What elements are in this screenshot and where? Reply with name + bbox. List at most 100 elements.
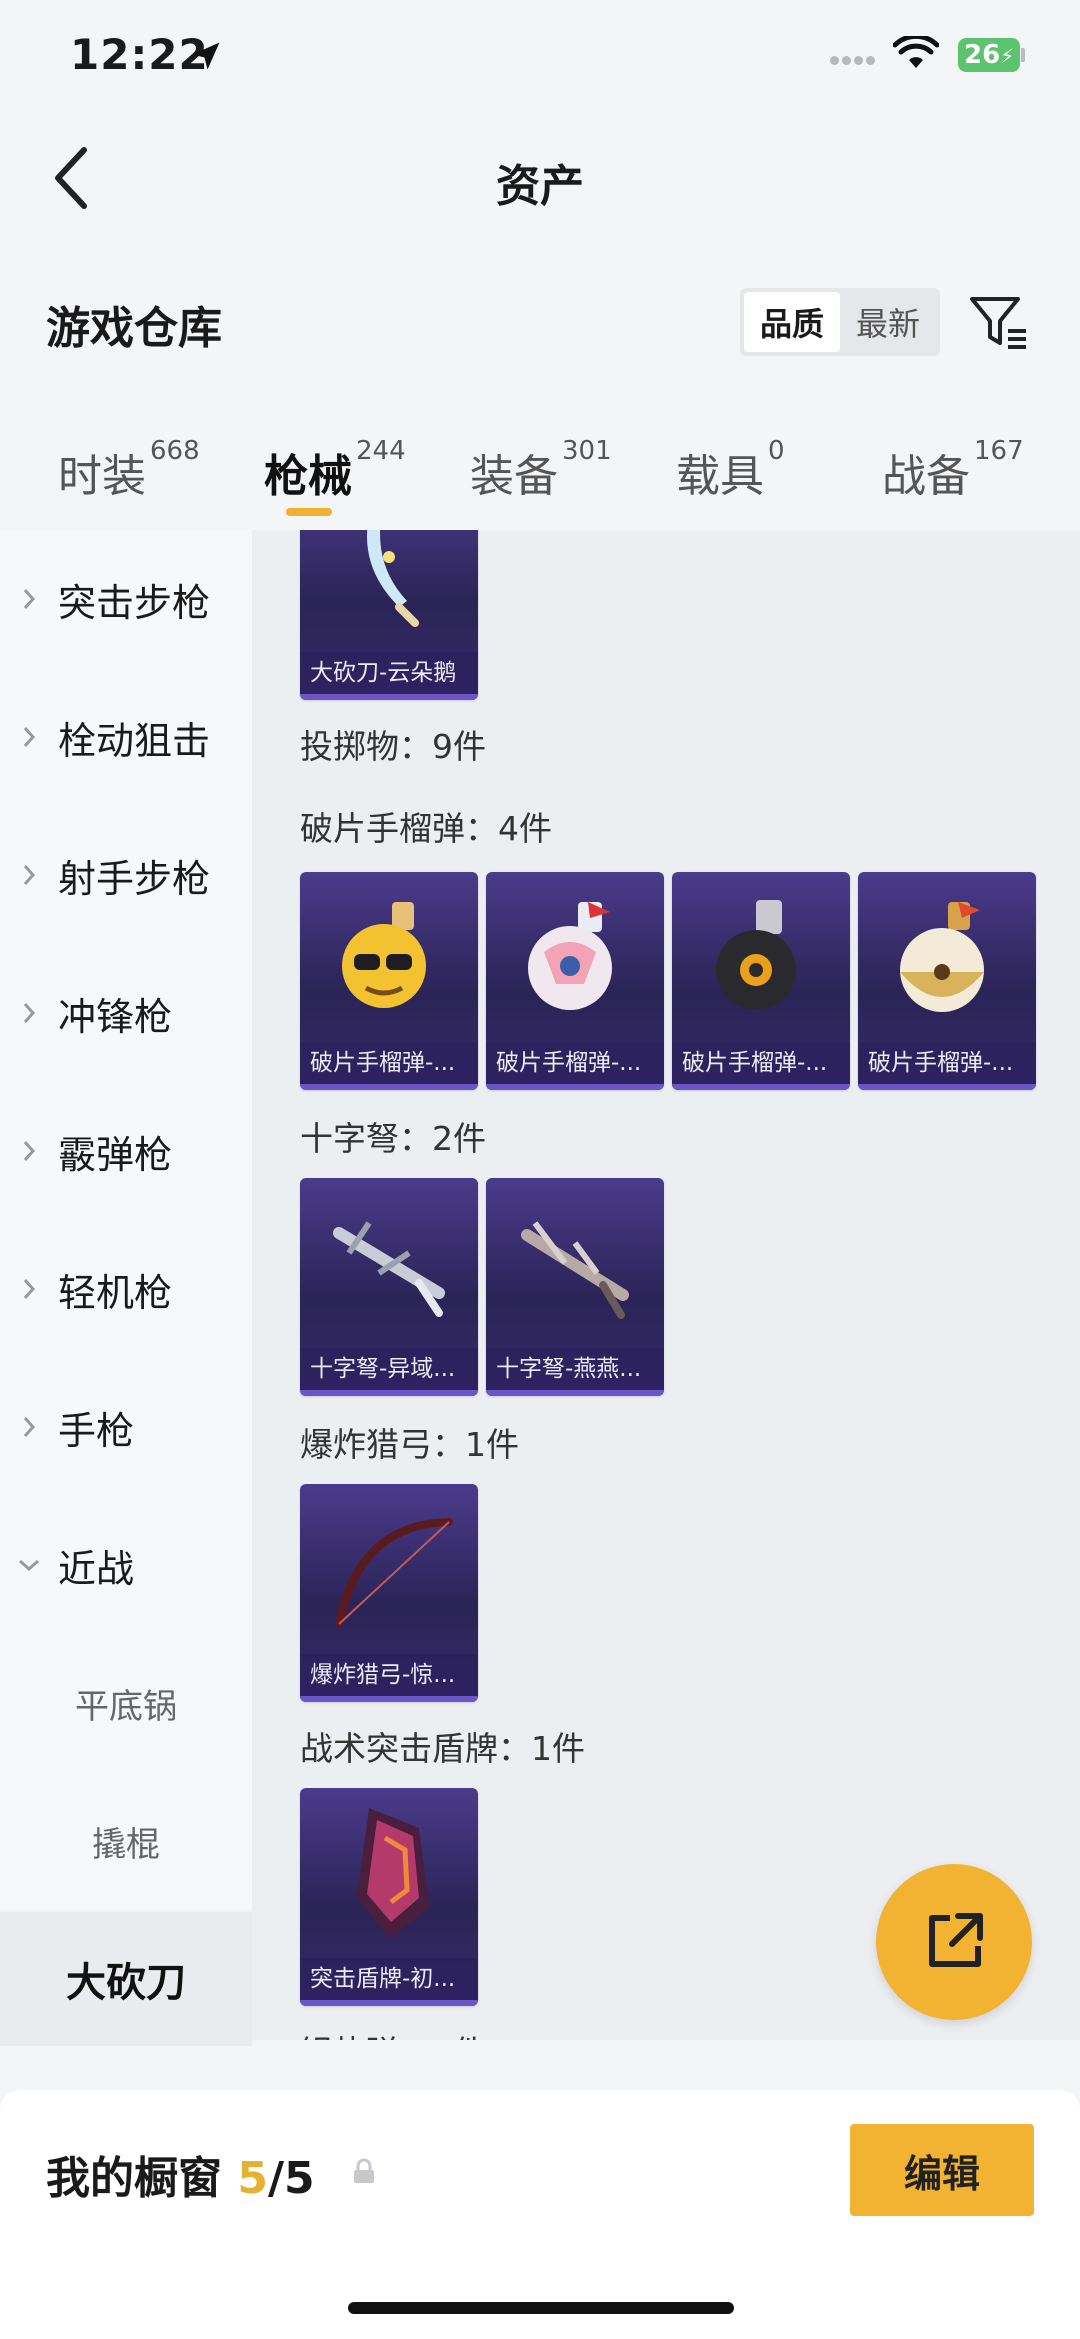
status-bar: 12:22 26⚡ xyxy=(0,0,1080,120)
section-grenade-label: 破片手榴弹：4件 xyxy=(300,809,552,848)
rarity-bar xyxy=(486,1084,664,1090)
tab-label: 载具 xyxy=(676,451,764,502)
item-card[interactable]: 十字弩-燕燕... xyxy=(486,1178,664,1396)
sidebar: 突击步枪 栓动狙击 射手步枪 冲锋枪 霰弹枪 轻机枪 手枪 近战 平底锅 撬棍 xyxy=(0,530,252,1910)
tab-label: 时装 xyxy=(58,451,146,502)
item-card[interactable]: 爆炸猎弓-惊... xyxy=(300,1484,478,1702)
section-thermite-label: 铝热弹：1件 xyxy=(300,2026,486,2040)
rarity-bar xyxy=(300,1390,478,1396)
chevron-right-icon xyxy=(23,1003,36,1023)
showcase-label: 我的橱窗 xyxy=(46,2153,222,2204)
grenade-art-icon xyxy=(300,872,478,1042)
shield-art-icon xyxy=(300,1788,478,1958)
tab-count: 668 xyxy=(150,436,200,466)
section-bow-label: 爆炸猎弓：1件 xyxy=(300,1425,519,1464)
sidebar-item-label: 手枪 xyxy=(58,1408,135,1453)
grenade-art-icon xyxy=(486,872,664,1042)
signal-icon xyxy=(830,50,878,69)
crossbow-art-icon xyxy=(300,1178,478,1348)
item-card-label: 破片手榴弹-... xyxy=(486,1042,664,1084)
sidebar-item-marksman-rifle[interactable]: 射手步枪 xyxy=(0,806,252,944)
section-crossbow-label: 十字弩：2件 xyxy=(300,1119,486,1158)
rarity-bar xyxy=(672,1084,850,1090)
active-tab-indicator xyxy=(286,508,332,516)
machete-art-icon xyxy=(300,530,478,652)
rarity-bar xyxy=(300,1696,478,1702)
tab-firearms[interactable]: 枪械 244 xyxy=(264,436,406,504)
sidebar-subitem-crowbar[interactable]: 撬棍 xyxy=(0,1772,252,1910)
filter-icon xyxy=(970,297,1026,349)
home-indicator xyxy=(348,2302,734,2314)
chevron-right-icon xyxy=(23,1141,36,1161)
tab-count: 301 xyxy=(562,436,612,466)
item-list: 大砍刀-云朵鹅 投掷物：9件 破片手榴弹：4件 破片手榴弹-... 破片手榴弹-… xyxy=(252,530,1080,2040)
showcase-used-count: 5 xyxy=(237,2153,268,2204)
tab-count: 244 xyxy=(356,436,406,466)
lock-icon xyxy=(354,2158,374,2183)
item-card[interactable]: 破片手榴弹-... xyxy=(486,872,664,1090)
sidebar-item-label: 近战 xyxy=(58,1546,135,1591)
grenade-art-icon xyxy=(858,872,1036,1042)
tab-label: 装备 xyxy=(470,451,558,502)
rarity-bar xyxy=(300,1084,478,1090)
chevron-down-icon xyxy=(19,1559,39,1572)
sort-quality-option[interactable]: 品质 xyxy=(744,292,840,352)
chevron-right-icon xyxy=(23,589,36,609)
warehouse-header: 游戏仓库 品质 最新 xyxy=(0,270,1080,370)
location-arrow-icon xyxy=(192,42,220,70)
sidebar-item-label: 栓动狙击 xyxy=(58,718,211,763)
tab-fashion[interactable]: 时装 668 xyxy=(58,436,200,504)
item-card[interactable]: 破片手榴弹-... xyxy=(672,872,850,1090)
sidebar-subitem-machete[interactable]: 大砍刀 xyxy=(0,1912,252,2046)
item-card-label: 大砍刀-云朵鹅 xyxy=(300,652,478,694)
sidebar-item-smg[interactable]: 冲锋枪 xyxy=(0,944,252,1082)
sidebar-item-label: 突击步枪 xyxy=(58,580,211,625)
sidebar-item-assault-rifle[interactable]: 突击步枪 xyxy=(0,530,252,668)
edit-button[interactable]: 编辑 xyxy=(850,2124,1034,2216)
item-card[interactable]: 突击盾牌-初... xyxy=(300,1788,478,2006)
category-tabs: 时装 668 枪械 244 装备 301 载具 0 战备 167 xyxy=(0,410,1080,530)
sort-toggle: 品质 最新 xyxy=(740,288,940,356)
tab-label: 战备 xyxy=(882,451,970,502)
item-card-label: 破片手榴弹-... xyxy=(300,1042,478,1084)
sidebar-item-bolt-sniper[interactable]: 栓动狙击 xyxy=(0,668,252,806)
item-card[interactable]: 大砍刀-云朵鹅 xyxy=(300,530,478,700)
rarity-bar xyxy=(486,1390,664,1396)
chevron-right-icon xyxy=(23,865,36,885)
sidebar-item-label: 轻机枪 xyxy=(58,1270,173,1315)
sidebar-item-lmg[interactable]: 轻机枪 xyxy=(0,1220,252,1358)
sidebar-item-pistol[interactable]: 手枪 xyxy=(0,1358,252,1496)
filter-button[interactable] xyxy=(966,290,1032,356)
chevron-right-icon xyxy=(23,1279,36,1299)
chevron-right-icon xyxy=(23,1417,36,1437)
rarity-bar xyxy=(300,694,478,700)
tab-equipment[interactable]: 装备 301 xyxy=(470,436,612,504)
sidebar-subitem-pan[interactable]: 平底锅 xyxy=(0,1634,252,1772)
item-card-label: 爆炸猎弓-惊... xyxy=(300,1654,478,1696)
item-card[interactable]: 破片手榴弹-... xyxy=(858,872,1036,1090)
item-card[interactable]: 十字弩-异域... xyxy=(300,1178,478,1396)
item-card-label: 突击盾牌-初... xyxy=(300,1958,478,2000)
item-card[interactable]: 破片手榴弹-... xyxy=(300,872,478,1090)
chevron-right-icon xyxy=(23,727,36,747)
showcase-title: 我的橱窗 5/5 xyxy=(46,2142,315,2206)
sidebar-item-label: 霰弹枪 xyxy=(58,1132,173,1177)
crossbow-art-icon xyxy=(486,1178,664,1348)
nav-bar: 资产 xyxy=(0,120,1080,240)
item-card-label: 破片手榴弹-... xyxy=(858,1042,1036,1084)
sidebar-item-label: 射手步枪 xyxy=(58,856,211,901)
tab-vehicles[interactable]: 载具 0 xyxy=(676,436,785,504)
battery-cap xyxy=(1021,48,1025,62)
rarity-bar xyxy=(858,1084,1036,1090)
section-throwables-label: 投掷物：9件 xyxy=(300,727,486,766)
tab-gear[interactable]: 战备 167 xyxy=(882,436,1024,504)
tab-count: 0 xyxy=(768,436,785,466)
sort-newest-option[interactable]: 最新 xyxy=(840,292,936,352)
rarity-bar xyxy=(300,2000,478,2006)
sidebar-item-melee[interactable]: 近战 xyxy=(0,1496,252,1634)
share-button[interactable] xyxy=(876,1864,1032,2020)
battery-indicator: 26⚡ xyxy=(958,38,1020,72)
page-title: 资产 xyxy=(496,161,584,212)
sidebar-item-label: 冲锋枪 xyxy=(58,994,173,1039)
sidebar-item-shotgun[interactable]: 霰弹枪 xyxy=(0,1082,252,1220)
